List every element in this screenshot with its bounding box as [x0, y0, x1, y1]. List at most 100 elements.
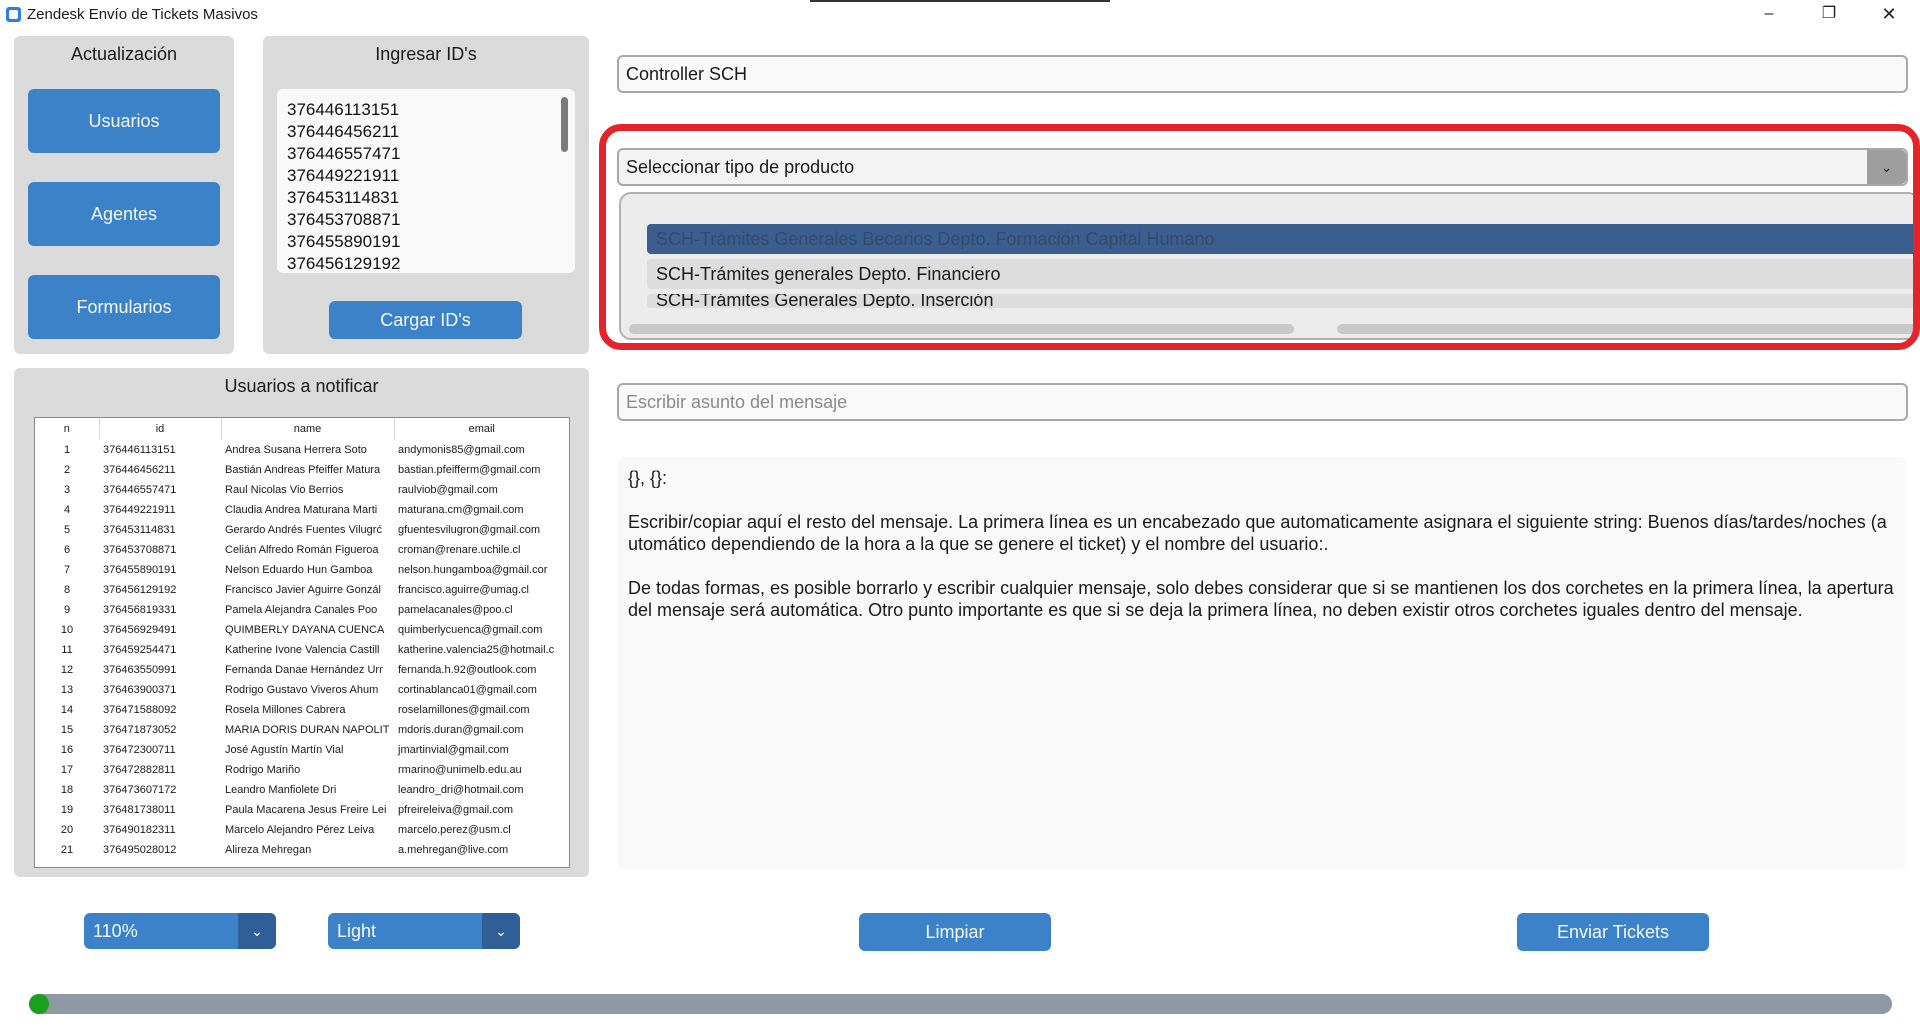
cell-n: 17	[60, 764, 74, 776]
cell-email: andymonis85@gmail.com	[398, 444, 525, 456]
cell-id: 376453114831	[103, 524, 176, 536]
id-line: 376446456211	[287, 122, 400, 141]
agents-update-button[interactable]: Agentes	[28, 182, 220, 246]
load-ids-button[interactable]: Cargar ID's	[329, 301, 522, 339]
cell-n: 13	[60, 684, 74, 696]
column-header-n[interactable]: n	[35, 418, 100, 440]
table-row[interactable]: 1 376446113151 Andrea Susana Herrera Soto a…	[35, 440, 569, 460]
send-tickets-button[interactable]: Enviar Tickets	[1517, 913, 1709, 951]
table-row[interactable]: 20 376490182311 Marcelo Alejandro Pérez Le…	[35, 820, 569, 840]
ids-scrollbar[interactable]	[561, 97, 568, 152]
table-row[interactable]: 9 376456819331 Pamela Alejandra Canales Po…	[35, 600, 569, 620]
cell-id: 376463550991	[103, 664, 177, 676]
table-row[interactable]: 8 376456129192 Francisco Javier Aguirre Go…	[35, 580, 569, 600]
column-header-name[interactable]: name	[221, 418, 395, 440]
cell-n: 6	[63, 544, 71, 556]
cell-id: 376490182311	[103, 824, 176, 836]
forms-update-button[interactable]: Formularios	[28, 275, 220, 339]
table-row[interactable]: 4 376449221911 Claudia Andrea Maturana Mar…	[35, 500, 569, 520]
cell-email: pamelacanales@poo.cl	[398, 604, 513, 616]
ids-panel-title: Ingresar ID's	[375, 44, 477, 64]
window-title: Zendesk Envío de Tickets Masivos	[27, 6, 258, 23]
cell-n: 1	[63, 444, 71, 456]
cell-id: 376463900371	[103, 684, 177, 696]
table-row[interactable]: 15 376471873052 MARIA DORIS DURAN NAPOLIT m…	[35, 720, 569, 740]
table-row[interactable]: 17 376472882811 Rodrigo Mariño rmarino@unim…	[35, 760, 569, 780]
table-row[interactable]: 16 376472300711 José Agustín Martín Vial jm…	[35, 740, 569, 760]
cell-email: maturana.cm@gmail.com	[398, 504, 524, 516]
chevron-down-icon[interactable]: ⌄	[482, 913, 520, 949]
cell-name: Raul Nicolas Vio Berrios	[225, 484, 344, 496]
zoom-value: 110%	[93, 920, 138, 941]
cell-name: Andrea Susana Herrera Soto	[225, 444, 367, 456]
cell-id: 376459254471	[103, 644, 177, 656]
cell-name: Pamela Alejandra Canales Poo	[225, 604, 378, 616]
table-row[interactable]: 2 376446456211 Bastián Andreas Pfeiffer Ma…	[35, 460, 569, 480]
zoom-select[interactable]: 110% ⌄	[84, 913, 276, 949]
theme-select[interactable]: Light ⌄	[328, 913, 520, 949]
table-row[interactable]: 21 376495028012 Alireza Mehregan a.mehregan…	[35, 840, 569, 860]
table-row[interactable]: 3 376446557471 Raul Nicolas Vio Berrios rau…	[35, 480, 569, 500]
cell-name: Rodrigo Gustavo Viveros Ahum	[225, 684, 379, 696]
cell-email: jmartinvial@gmail.com	[398, 744, 509, 756]
table-row[interactable]: 13 376463900371 Rodrigo Gustavo Viveros Ah…	[35, 680, 569, 700]
table-row[interactable]: 12 376463550991 Fernanda Danae Hernández U…	[35, 660, 569, 680]
id-line: 376446557471	[287, 144, 401, 163]
cell-id: 376456129192	[103, 584, 177, 596]
cell-name: Katherine Ivone Valencia Castill	[225, 644, 380, 656]
table-row[interactable]: 5 376453114831 Gerardo Andrés Fuentes Vilu…	[35, 520, 569, 540]
close-icon[interactable]: ✕	[1866, 0, 1912, 29]
users-panel-title: Usuarios a notificar	[224, 376, 379, 396]
cell-n: 5	[63, 524, 71, 536]
cell-name: Celián Alfredo Román Figueroa	[225, 544, 379, 556]
column-header-email[interactable]: email	[394, 418, 569, 440]
cell-n: 3	[63, 484, 71, 496]
table-row[interactable]: 10 376456929491 QUIMBERLY DAYANA CUENCA qui…	[35, 620, 569, 640]
table-row[interactable]: 7 376455890191 Nelson Eduardo Hun Gamboa ne…	[35, 560, 569, 580]
cell-n: 10	[60, 624, 74, 636]
table-row[interactable]: 18 376473607172 Leandro Manfiolete Dri lean…	[35, 780, 569, 800]
cell-email: marcelo.perez@usm.cl	[398, 824, 511, 836]
cell-id: 376446557471	[103, 484, 177, 496]
cell-n: 19	[60, 804, 74, 816]
cell-name: Fernanda Danae Hernández Urr	[225, 664, 383, 676]
table-header: n id name email	[35, 418, 569, 440]
cell-n: 15	[60, 724, 74, 736]
cell-email: rmarino@unimelb.edu.au	[398, 764, 522, 776]
maximize-icon[interactable]: ❐	[1806, 0, 1852, 29]
message-line: De todas formas, es posible borrarlo y e…	[628, 578, 1894, 620]
cell-id: 376473607172	[103, 784, 177, 796]
cell-name: Marcelo Alejandro Pérez Leiva	[225, 824, 375, 836]
cell-name: QUIMBERLY DAYANA CUENCA	[225, 624, 385, 636]
cell-id: 376481738011	[103, 804, 176, 816]
users-update-button[interactable]: Usuarios	[28, 89, 220, 153]
cell-id: 376456929491	[103, 624, 177, 636]
cell-email: roselamillones@gmail.com	[398, 704, 530, 716]
cell-email: fernanda.h.92@outlook.com	[398, 664, 537, 676]
cell-id: 376471873052	[103, 724, 177, 736]
cell-n: 7	[63, 564, 71, 576]
chevron-down-icon[interactable]: ⌄	[238, 913, 276, 949]
cell-id: 376472300711	[103, 744, 176, 756]
table-row[interactable]: 14 376471588092 Rosela Millones Cabrera ros…	[35, 700, 569, 720]
cell-n: 9	[63, 604, 71, 616]
table-row[interactable]: 19 376481738011 Paula Macarena Jesus Freir…	[35, 800, 569, 820]
cell-email: cortinablanca01@gmail.com	[398, 684, 537, 696]
table-row[interactable]: 6 376453708871 Celián Alfredo Román Figuer…	[35, 540, 569, 560]
subject-input[interactable]: Escribir asunto del mensaje	[617, 383, 1908, 421]
cell-n: 18	[60, 784, 74, 796]
ids-textbox[interactable]: 376446113151 376446456211 376446557471 3764…	[277, 89, 575, 273]
cell-name: Rosela Millones Cabrera	[225, 704, 346, 716]
message-textbox[interactable]: {}, {}: Escribir/copiar aquí el resto de…	[618, 457, 1906, 869]
cell-name: Rodrigo Mariño	[225, 764, 301, 776]
clear-button[interactable]: Limpiar	[859, 913, 1051, 951]
cell-n: 12	[60, 664, 74, 676]
column-header-id[interactable]: id	[99, 418, 222, 440]
minimize-icon[interactable]: –	[1746, 0, 1792, 29]
controller-field[interactable]: Controller SCH	[617, 55, 1908, 93]
cell-email: a.mehregan@live.com	[398, 844, 509, 856]
cell-n: 20	[60, 824, 74, 836]
table-row[interactable]: 11 376459254471 Katherine Ivone Valencia C…	[35, 640, 569, 660]
cell-name: Leandro Manfiolete Dri	[225, 784, 337, 796]
id-line: 376453114831	[287, 188, 400, 207]
